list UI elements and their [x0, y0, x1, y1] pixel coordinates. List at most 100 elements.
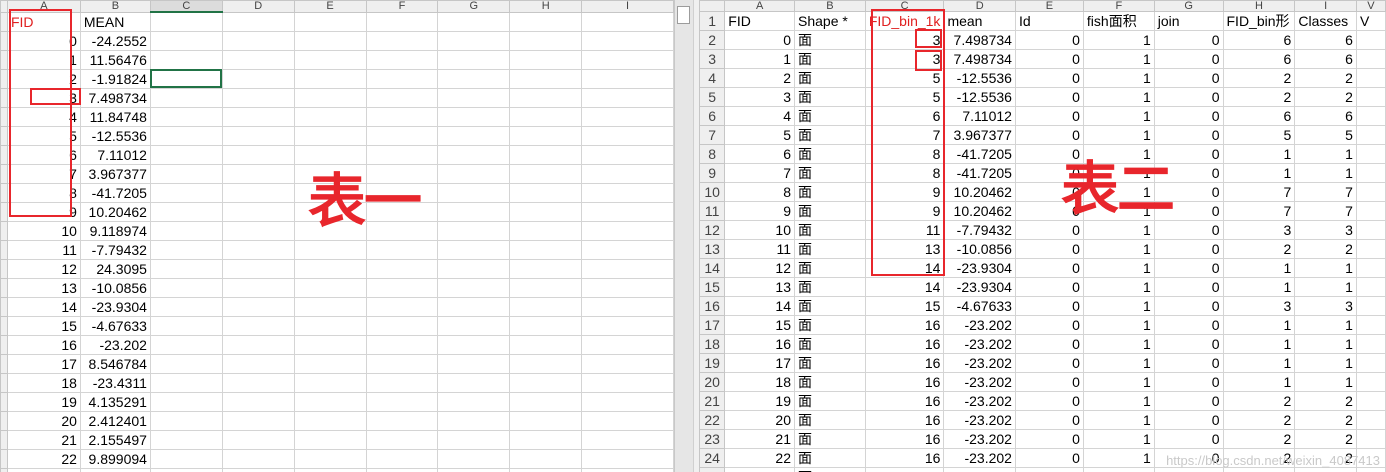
empty-cell[interactable] [437, 315, 511, 336]
data-cell[interactable]: 7 [724, 163, 795, 183]
data-cell[interactable]: 面 [794, 372, 866, 392]
empty-cell[interactable] [149, 182, 223, 203]
row-header[interactable]: 1 [699, 11, 726, 31]
fid-cell[interactable]: 21 [6, 429, 81, 450]
mean-cell[interactable]: -1.91824 [79, 68, 151, 89]
mean-cell[interactable]: 10.20462 [79, 201, 151, 222]
data-cell[interactable]: -23.202 [943, 410, 1016, 430]
column-header-c[interactable]: C [864, 0, 945, 12]
empty-cell[interactable] [293, 144, 367, 165]
empty-cell[interactable] [365, 353, 439, 374]
empty-cell[interactable] [437, 429, 511, 450]
data-cell[interactable]: 0 [1014, 391, 1084, 411]
empty-cell[interactable] [509, 11, 583, 32]
data-cell[interactable]: 面 [794, 182, 866, 202]
data-cell[interactable]: 0 [1153, 87, 1224, 107]
fid-cell[interactable]: 19 [6, 391, 81, 412]
empty-cell[interactable] [221, 87, 295, 108]
empty-cell[interactable] [365, 125, 439, 146]
empty-cell[interactable] [149, 315, 223, 336]
mean-cell[interactable]: 11.56476 [79, 49, 151, 70]
data-cell[interactable]: 3 [1222, 296, 1296, 316]
fid-cell[interactable]: 9 [6, 201, 81, 222]
empty-cell[interactable] [437, 220, 511, 241]
column-header-d[interactable]: D [221, 0, 295, 13]
mean-cell[interactable]: -23.9304 [79, 296, 151, 317]
empty-cell[interactable] [509, 258, 583, 279]
data-cell[interactable]: 18 [724, 372, 795, 392]
data-cell[interactable]: 2 [1294, 429, 1357, 449]
data-cell[interactable]: 3 [1294, 220, 1357, 240]
empty-cell[interactable] [509, 144, 583, 165]
empty-cell[interactable] [509, 296, 583, 317]
empty-cell[interactable] [1355, 296, 1386, 316]
row-header[interactable]: 9 [699, 163, 726, 183]
empty-cell[interactable] [581, 410, 674, 431]
data-cell[interactable]: 1 [1082, 30, 1155, 50]
data-cell[interactable]: 2 [1222, 391, 1296, 411]
column-header-e[interactable]: E [1014, 0, 1084, 12]
empty-cell[interactable] [365, 277, 439, 298]
mean-cell[interactable]: 9.118974 [79, 220, 151, 241]
data-cell[interactable]: 面 [794, 334, 866, 354]
data-cell[interactable]: 0 [1153, 334, 1224, 354]
header-cell[interactable]: FID_bin_1k [864, 11, 945, 31]
data-cell[interactable]: 1 [1294, 144, 1357, 164]
row-header[interactable] [0, 68, 8, 89]
data-cell[interactable]: 2 [1294, 87, 1357, 107]
empty-cell[interactable] [509, 353, 583, 374]
empty-cell[interactable] [365, 315, 439, 336]
fid-cell[interactable]: 1 [6, 49, 81, 70]
column-header-c[interactable]: C [149, 0, 223, 13]
data-cell[interactable]: 0 [1153, 220, 1224, 240]
data-cell[interactable]: 20 [724, 410, 795, 430]
empty-cell[interactable] [293, 30, 367, 51]
fid-cell[interactable]: 11 [6, 239, 81, 260]
data-cell[interactable]: 16 [724, 334, 795, 354]
empty-cell[interactable] [437, 49, 511, 70]
fid-cell[interactable]: 4 [6, 106, 81, 127]
row-header[interactable]: 16 [699, 296, 726, 316]
column-header-v[interactable]: V [1355, 0, 1386, 12]
empty-cell[interactable] [221, 467, 295, 472]
empty-cell[interactable] [437, 410, 511, 431]
empty-cell[interactable] [581, 334, 674, 355]
empty-cell[interactable] [437, 201, 511, 222]
column-header-a[interactable]: A [6, 0, 81, 13]
data-cell[interactable]: 2 [1294, 391, 1357, 411]
empty-cell[interactable] [437, 125, 511, 146]
empty-cell[interactable] [149, 239, 223, 260]
empty-cell[interactable] [293, 334, 367, 355]
empty-cell[interactable] [149, 448, 223, 469]
data-cell[interactable]: 8 [864, 144, 945, 164]
empty-cell[interactable] [221, 11, 295, 32]
row-header[interactable] [0, 11, 8, 32]
data-cell[interactable]: 0 [1153, 429, 1224, 449]
empty-cell[interactable] [1355, 68, 1386, 88]
data-cell[interactable]: 面 [794, 30, 866, 50]
empty-cell[interactable] [509, 125, 583, 146]
row-header[interactable] [0, 258, 8, 279]
row-header[interactable]: 18 [699, 334, 726, 354]
row-header[interactable]: 4 [699, 68, 726, 88]
empty-cell[interactable] [1355, 353, 1386, 373]
empty-cell[interactable] [149, 201, 223, 222]
empty-cell[interactable] [437, 334, 511, 355]
data-cell[interactable]: -23.9304 [943, 277, 1016, 297]
data-cell[interactable]: 5 [1294, 125, 1357, 145]
empty-cell[interactable] [221, 258, 295, 279]
fid-cell[interactable]: 20 [6, 410, 81, 431]
empty-cell[interactable] [1355, 163, 1386, 183]
column-header-b[interactable]: B [794, 0, 866, 12]
data-cell[interactable]: 2 [1222, 429, 1296, 449]
header-cell-fid[interactable]: FID [6, 11, 81, 32]
mean-cell[interactable]: 2.155497 [79, 429, 151, 450]
empty-cell[interactable] [1355, 410, 1386, 430]
empty-cell[interactable] [437, 277, 511, 298]
data-cell[interactable]: -7.79432 [943, 220, 1016, 240]
mean-cell[interactable]: -10.0856 [79, 277, 151, 298]
row-header[interactable]: 12 [699, 220, 726, 240]
empty-cell[interactable] [293, 277, 367, 298]
fid-cell[interactable]: 10 [6, 220, 81, 241]
empty-cell[interactable] [365, 334, 439, 355]
